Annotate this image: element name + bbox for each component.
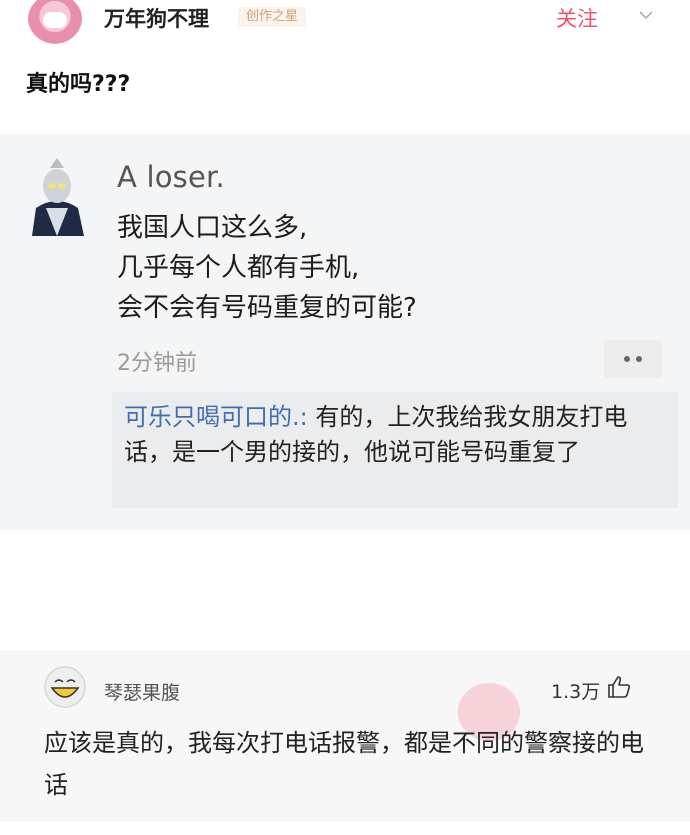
dot — [624, 356, 630, 362]
smiley-avatar-icon — [44, 666, 86, 708]
chevron-down-icon[interactable] — [638, 7, 654, 23]
avatar[interactable] — [28, 0, 82, 44]
comment-author-avatar[interactable] — [44, 666, 86, 708]
quote-author-name[interactable]: A loser. — [117, 160, 225, 194]
more-dots-icon[interactable] — [604, 340, 662, 378]
quote-timestamp: 2分钟前 — [117, 351, 197, 376]
thumb-up-icon[interactable] — [606, 674, 632, 700]
reply-preview[interactable]: 可乐只喝可口的.: 有的，上次我给我女朋友打电话，是一个男的接的，他说可能号码重… — [112, 392, 678, 508]
follow-button[interactable]: 关注 — [556, 3, 598, 33]
quote-text-line: 我国人口这么多, — [117, 213, 308, 243]
like-count: 1.3万 — [551, 681, 601, 703]
creator-badge: 创作之星 — [238, 7, 307, 27]
comment-author-name[interactable]: 琴瑟果腹 — [104, 678, 180, 705]
avatar-face — [43, 12, 67, 28]
reply-text: 可乐只喝可口的.: 有的，上次我给我女朋友打电话，是一个男的接的，他说可能号码重… — [124, 400, 669, 470]
dot — [636, 356, 642, 362]
post-header: 万年狗不理 创作之星 关注 — [0, 0, 690, 44]
comment-text: 应该是真的，我每次打电话报警，都是不同的警察接的电话 — [44, 729, 644, 799]
post-author-name[interactable]: 万年狗不理 — [104, 3, 209, 33]
post-text: 真的吗??? — [26, 72, 131, 97]
quote-text-line: 会不会有号码重复的可能? — [117, 293, 417, 323]
reply-author-name[interactable]: 可乐只喝可口的.: — [124, 403, 308, 431]
quote-author-avatar[interactable] — [26, 156, 88, 236]
quote-text-line: 几乎每个人都有手机, — [117, 253, 360, 283]
